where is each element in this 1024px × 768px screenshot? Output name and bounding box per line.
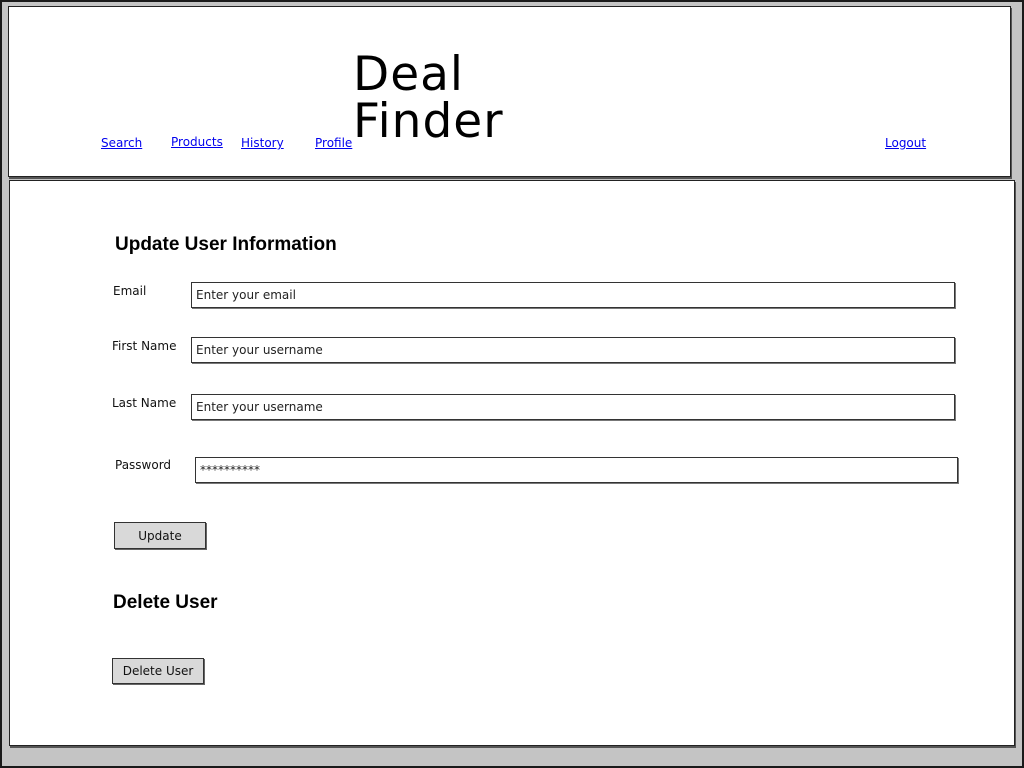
first-name-label: First Name	[112, 339, 177, 353]
nav-link-profile[interactable]: Profile	[315, 136, 352, 150]
last-name-label: Last Name	[112, 396, 177, 410]
delete-user-button[interactable]: Delete User	[112, 658, 204, 684]
update-button[interactable]: Update	[114, 522, 206, 549]
email-label: Email	[113, 284, 147, 298]
password-label: Password	[115, 458, 172, 472]
last-name-field[interactable]	[191, 394, 955, 420]
password-field[interactable]	[195, 457, 958, 483]
nav-link-search[interactable]: Search	[101, 136, 142, 150]
nav-link-history[interactable]: History	[241, 136, 284, 150]
main-content: Update User Information Email First Name…	[9, 180, 1015, 746]
delete-user-heading: Delete User	[113, 592, 218, 613]
update-user-heading: Update User Information	[115, 234, 337, 255]
header: Deal Finder Search Products History Prof…	[8, 6, 1011, 177]
logout-link[interactable]: Logout	[885, 136, 926, 150]
first-name-field[interactable]	[191, 337, 955, 363]
app-title: Deal Finder	[353, 47, 504, 149]
email-field[interactable]	[191, 282, 955, 308]
nav-link-products[interactable]: Products	[171, 135, 223, 149]
